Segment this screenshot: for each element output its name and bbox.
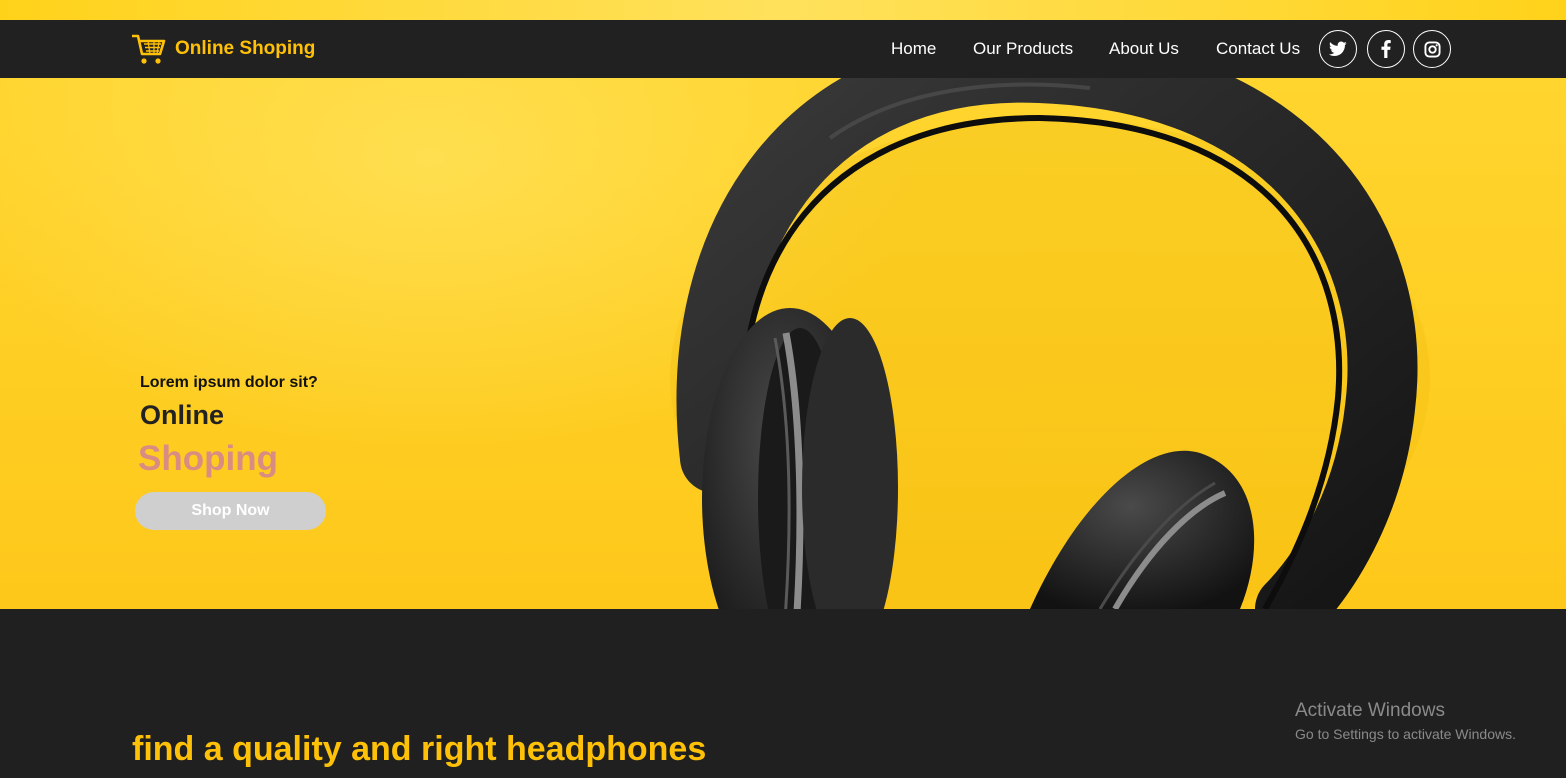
- hero-question: Lorem ipsum dolor sit?: [140, 374, 318, 391]
- instagram-button[interactable]: [1413, 30, 1451, 68]
- section-title: find a quality and right headphones: [132, 730, 707, 768]
- brand-name: Online Shoping: [175, 38, 316, 59]
- top-strip: [0, 0, 1566, 20]
- shop-now-button[interactable]: Shop Now: [135, 492, 326, 530]
- nav-our-products[interactable]: Our Products: [973, 39, 1073, 59]
- hero-title-line2: Shoping: [138, 439, 278, 478]
- instagram-icon: [1423, 40, 1441, 58]
- nav-home[interactable]: Home: [891, 39, 936, 59]
- facebook-icon: [1381, 40, 1391, 58]
- watermark-title: Activate Windows: [1295, 700, 1445, 721]
- hero-banner: Lorem ipsum dolor sit? Online Shoping Sh…: [0, 78, 1566, 609]
- nav-contact-us[interactable]: Contact Us: [1216, 39, 1300, 59]
- watermark-subtitle: Go to Settings to activate Windows.: [1295, 726, 1516, 742]
- twitter-button[interactable]: [1319, 30, 1357, 68]
- windows-activation-watermark: Activate Windows Go to Settings to activ…: [1295, 700, 1516, 742]
- navbar: Online Shoping Home Our Products About U…: [0, 20, 1566, 78]
- hero-title-line1: Online: [140, 400, 225, 430]
- brand-logo[interactable]: Online Shoping: [130, 32, 315, 66]
- facebook-button[interactable]: [1367, 30, 1405, 68]
- shopping-cart-icon: [132, 34, 166, 64]
- nav-about-us[interactable]: About Us: [1109, 39, 1179, 59]
- twitter-icon: [1329, 41, 1347, 56]
